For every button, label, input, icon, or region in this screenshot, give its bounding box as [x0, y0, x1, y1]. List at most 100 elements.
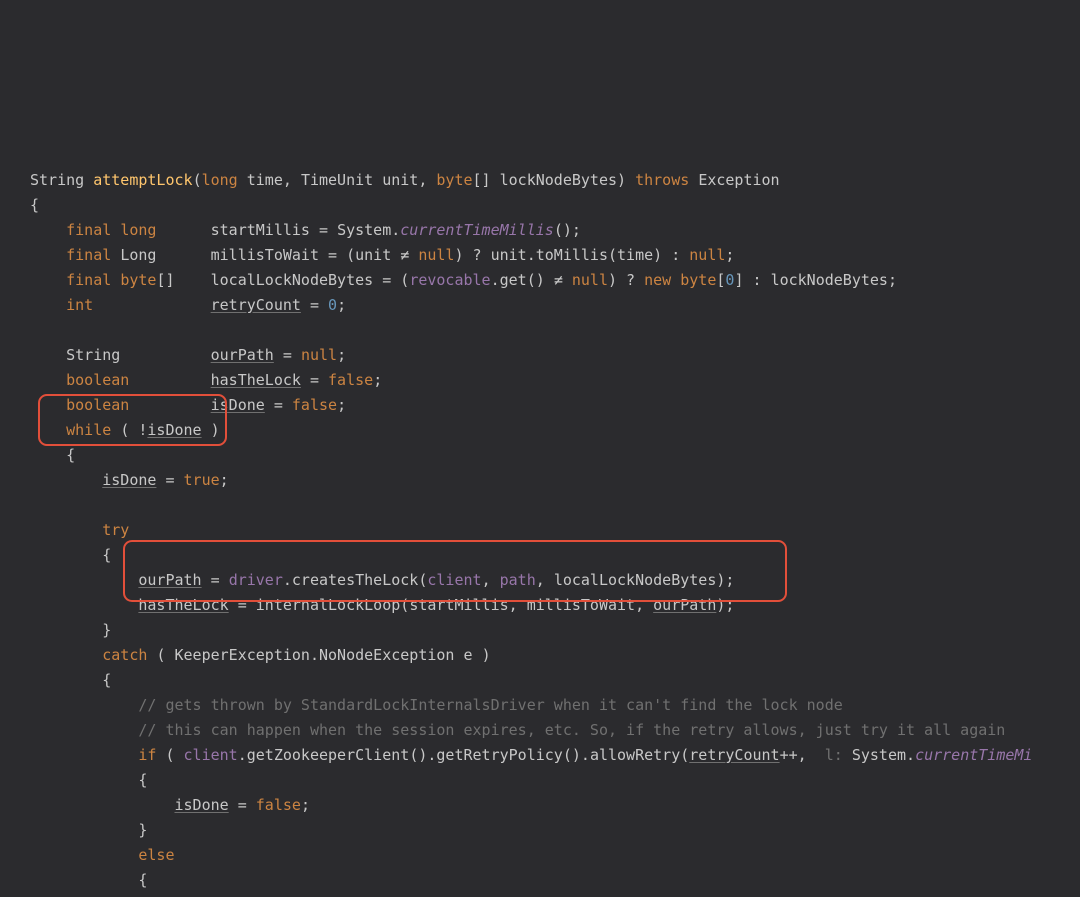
- plusplus: ++: [780, 746, 798, 764]
- ref-ourpath: ourPath: [138, 571, 201, 589]
- eq: =: [229, 796, 256, 814]
- kw-final: final: [66, 246, 111, 264]
- kw-byte: byte: [120, 271, 156, 289]
- dot: .: [527, 246, 536, 264]
- paren-close: ): [608, 271, 617, 289]
- num-zero: 0: [328, 296, 337, 314]
- paren-open: (: [120, 421, 129, 439]
- brace-open: {: [138, 871, 147, 889]
- paren-close: ): [572, 746, 581, 764]
- var-startmillis: startMillis: [211, 221, 310, 239]
- kw-long: long: [120, 221, 156, 239]
- ref-hasthelock: hasTheLock: [138, 596, 228, 614]
- kw-while: while: [66, 421, 111, 439]
- comment-line-1: // gets thrown by StandardLockInternalsD…: [138, 696, 842, 714]
- kw-final: final: [66, 221, 111, 239]
- semi: ;: [301, 796, 310, 814]
- system: System: [337, 221, 391, 239]
- paren-open: (: [346, 246, 355, 264]
- bool-false: false: [328, 371, 373, 389]
- type-long-wrapper: Long: [120, 246, 156, 264]
- type-timeunit: TimeUnit: [301, 171, 373, 189]
- type-nonodeexception: NoNodeException: [319, 646, 454, 664]
- kw-long: long: [202, 171, 238, 189]
- dot: .: [906, 746, 915, 764]
- comma: ,: [536, 571, 545, 589]
- brace-close: }: [138, 821, 147, 839]
- kw-boolean: boolean: [66, 371, 129, 389]
- null: null: [689, 246, 725, 264]
- ref-isdone: isDone: [102, 471, 156, 489]
- paren-open: (: [680, 746, 689, 764]
- comma: ,: [635, 596, 644, 614]
- paren-open: (: [608, 246, 617, 264]
- comma: ,: [283, 171, 292, 189]
- comma: ,: [482, 571, 491, 589]
- comma: ,: [798, 746, 807, 764]
- eq: =: [373, 271, 400, 289]
- q: ?: [617, 271, 644, 289]
- dot: .: [238, 746, 247, 764]
- kw-try: try: [102, 521, 129, 539]
- call-createsthelock: createsTheLock: [292, 571, 418, 589]
- brace-open: {: [138, 771, 147, 789]
- eq: =: [229, 596, 256, 614]
- call-internallockloop: internalLockLoop: [256, 596, 401, 614]
- paren-open: (: [409, 746, 418, 764]
- dot: .: [283, 571, 292, 589]
- paren-open: (: [193, 171, 202, 189]
- kw-else: else: [138, 846, 174, 864]
- eq: =: [301, 296, 328, 314]
- kw-byte: byte: [436, 171, 472, 189]
- semi: ;: [888, 271, 897, 289]
- brackets: []: [156, 271, 174, 289]
- kw-final: final: [66, 271, 111, 289]
- paren-open: (: [400, 596, 409, 614]
- eq: =: [156, 471, 183, 489]
- dot: .: [581, 746, 590, 764]
- semi: ;: [725, 571, 734, 589]
- brace-open: {: [102, 671, 111, 689]
- param-unit: unit: [382, 171, 418, 189]
- paren-close: ): [211, 421, 220, 439]
- type-keeperexception: KeeperException: [175, 646, 310, 664]
- semi: ;: [337, 396, 346, 414]
- var-millistowait: millisToWait: [211, 246, 319, 264]
- eq: =: [202, 571, 229, 589]
- ref-isdone: isDone: [147, 421, 201, 439]
- type-string: String: [66, 346, 120, 364]
- semi: ;: [337, 346, 346, 364]
- neq: ≠: [554, 271, 563, 289]
- ref-locallocknodebytes: localLockNodeBytes: [554, 571, 717, 589]
- code-editor-content: String attemptLock(long time, TimeUnit u…: [0, 125, 1080, 897]
- brace-open: {: [66, 446, 75, 464]
- return-type: String: [30, 171, 84, 189]
- paren-close: ): [563, 221, 572, 239]
- ref-startmillis: startMillis: [409, 596, 508, 614]
- ref-locknodebytes: lockNodeBytes: [771, 271, 888, 289]
- eq: =: [310, 221, 337, 239]
- call-getzookeeperclient: getZookeeperClient: [247, 746, 410, 764]
- semi: ;: [238, 896, 247, 897]
- eq: =: [319, 246, 346, 264]
- paren-open: (: [527, 271, 536, 289]
- bool-false: false: [292, 396, 337, 414]
- var-ourpath: ourPath: [211, 346, 274, 364]
- eq: =: [301, 371, 328, 389]
- kw-new: new: [644, 271, 671, 289]
- ref-retrycount: retryCount: [689, 746, 779, 764]
- ref-isdone: isDone: [175, 796, 229, 814]
- ref-time: time: [617, 246, 653, 264]
- paren-open: (: [156, 646, 165, 664]
- brace-open: {: [30, 196, 39, 214]
- comma: ,: [418, 171, 427, 189]
- kw-if: if: [138, 746, 156, 764]
- param-time: time: [247, 171, 283, 189]
- call-get: get: [500, 271, 527, 289]
- ref-e: e: [229, 896, 238, 897]
- comma: ,: [509, 596, 518, 614]
- semi: ;: [220, 471, 229, 489]
- ref-unit: unit: [355, 246, 391, 264]
- semi: ;: [337, 296, 346, 314]
- kw-byte: byte: [680, 271, 716, 289]
